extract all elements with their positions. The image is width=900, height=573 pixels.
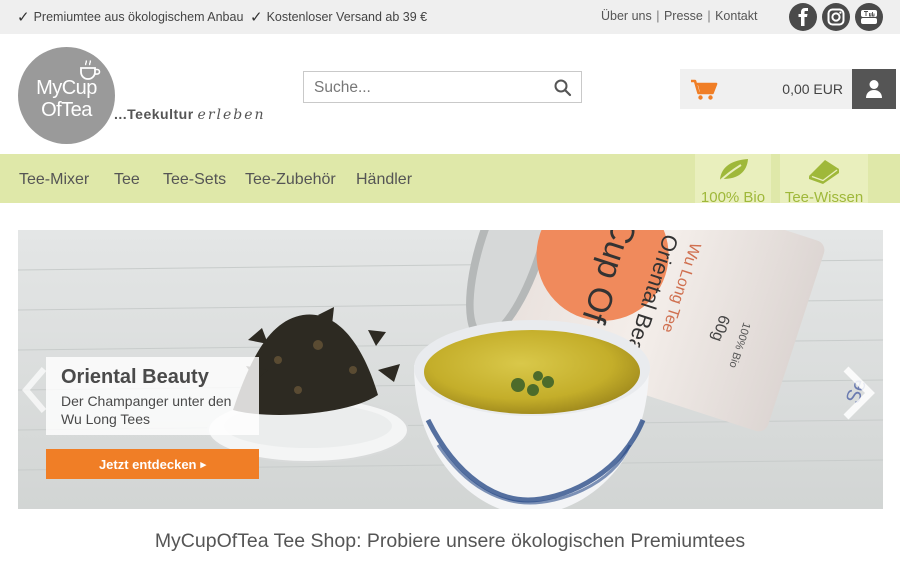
slider-next-arrow[interactable]: [840, 365, 876, 426]
link-about[interactable]: Über uns: [601, 9, 652, 23]
search-input[interactable]: [314, 78, 534, 98]
leaf-icon: [718, 159, 748, 183]
usp-organic: ✓ Premiumtee aus ökologischem Anbau: [17, 8, 243, 26]
slide-title: Oriental Beauty: [61, 366, 209, 388]
account-button[interactable]: [852, 69, 896, 109]
slider-prev-arrow[interactable]: [22, 365, 48, 420]
page-headline: MyCupOfTea Tee Shop: Probiere unsere öko…: [154, 530, 746, 552]
cart-icon: [690, 79, 718, 106]
nav-item-tee-zubehoer[interactable]: Tee-Zubehör: [245, 171, 336, 189]
nav-item-tee-wissen[interactable]: Tee-Wissen: [780, 154, 868, 203]
link-press[interactable]: Presse: [664, 9, 703, 23]
slide-subtitle: Der Champanger unter den Wu Long Tees: [61, 393, 232, 427]
tagline-bold: ...Teekultur: [114, 106, 194, 122]
play-arrow-icon: ▸: [200, 458, 207, 471]
logo[interactable]: MyCup OfTea: [18, 47, 115, 144]
book-icon: [809, 160, 839, 184]
link-separator: |: [656, 9, 660, 23]
nav-item-tee[interactable]: Tee: [114, 171, 140, 189]
slide-caption: Oriental Beauty Der Champanger unter den…: [46, 357, 259, 435]
youtube-icon[interactable]: [855, 3, 883, 31]
nav-bio-label: 100% Bio: [700, 189, 766, 203]
logo-text-line2: OfTea: [41, 99, 92, 121]
search-box: [303, 71, 582, 103]
facebook-icon[interactable]: [789, 3, 817, 31]
main-nav: Tee-Mixer Tee Tee-Sets Tee-Zubehör Händl…: [0, 154, 900, 203]
checkmark-icon: ✓: [250, 9, 263, 26]
cart-button[interactable]: 0,00 EUR: [680, 69, 852, 109]
discover-button[interactable]: Jetzt entdecken ▸: [46, 449, 259, 479]
link-contact[interactable]: Kontakt: [715, 9, 757, 23]
tagline: ...Teekultur erleben: [114, 106, 266, 123]
instagram-icon[interactable]: [822, 3, 850, 31]
usp-shipping-text: Kostenloser Versand ab 39 €: [266, 10, 428, 24]
nav-item-tee-mixer[interactable]: Tee-Mixer: [19, 171, 89, 189]
nav-item-haendler[interactable]: Händler: [356, 171, 412, 189]
cart-total: 0,00 EUR: [782, 81, 843, 97]
user-icon: [866, 80, 882, 98]
nav-tee-wissen-label: Tee-Wissen: [784, 189, 864, 203]
top-bar: ✓ Premiumtee aus ökologischem Anbau ✓ Ko…: [0, 0, 900, 34]
checkmark-icon: ✓: [17, 9, 30, 26]
service-links: Über uns | Presse | Kontakt: [601, 9, 757, 23]
logo-text-line1: MyCup: [36, 77, 97, 99]
discover-button-label: Jetzt entdecken: [98, 456, 197, 472]
nav-item-bio[interactable]: 100% Bio: [695, 154, 771, 203]
usp-shipping: ✓ Kostenloser Versand ab 39 €: [250, 8, 427, 26]
hero-slider[interactable]: MyCup Of Oriental Beauty Wu Long Tee 60g…: [18, 230, 883, 509]
nav-item-tee-sets[interactable]: Tee-Sets: [163, 171, 226, 189]
usp-organic-text: Premiumtee aus ökologischem Anbau: [33, 10, 244, 24]
link-separator: |: [707, 9, 711, 23]
search-icon[interactable]: [553, 78, 573, 98]
tagline-italic: erleben: [197, 107, 266, 123]
